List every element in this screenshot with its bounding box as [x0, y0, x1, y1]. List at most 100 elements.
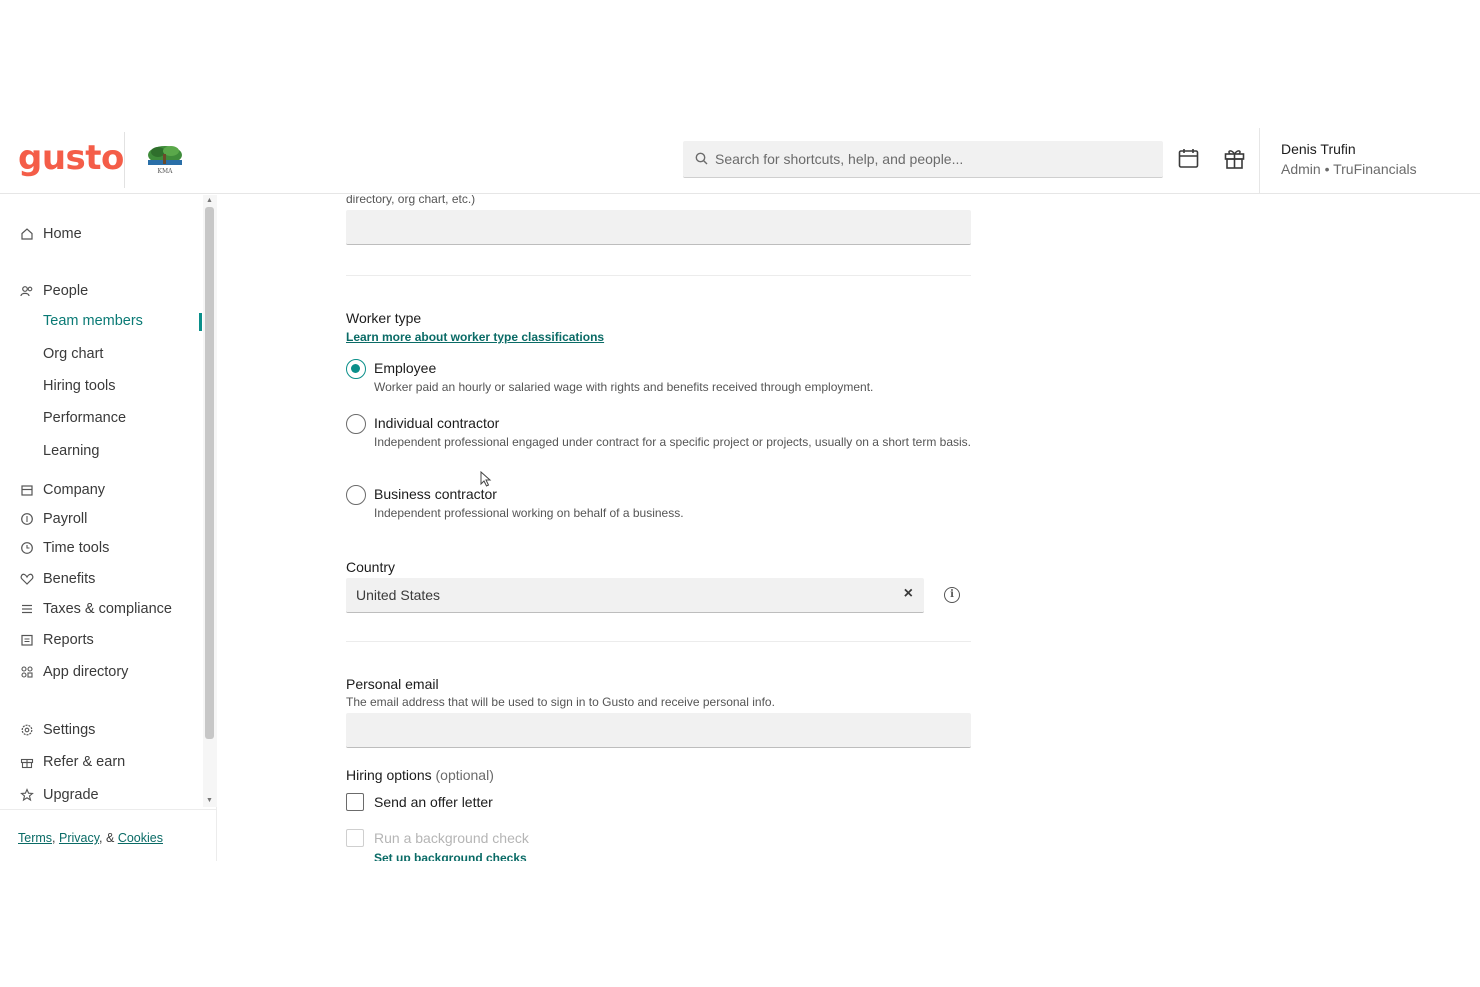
heart-icon — [20, 573, 34, 585]
clear-icon[interactable]: × — [904, 585, 913, 603]
sidebar-item-label: Company — [43, 482, 106, 498]
sidebar: Home People Team members Org chart Hirin… — [0, 195, 217, 861]
calendar-icon[interactable] — [1178, 148, 1199, 169]
payroll-icon — [21, 513, 33, 525]
personal-email-field[interactable] — [346, 713, 971, 748]
company-logo-icon[interactable]: KMA — [144, 140, 186, 176]
sidebar-item-label: Benefits — [43, 571, 96, 587]
user-role: Admin • TruFinancials — [1281, 161, 1417, 177]
list-icon — [22, 604, 32, 614]
sidebar-item-label: Performance — [43, 410, 127, 426]
logo-divider — [124, 132, 125, 188]
sidebar-item-label: Taxes & compliance — [43, 601, 172, 617]
footer-separator: , & — [99, 831, 118, 845]
personal-email-hint: The email address that will be used to s… — [346, 695, 775, 709]
text-field[interactable] — [346, 210, 971, 245]
people-icon — [20, 286, 33, 297]
sidebar-item-label: Reports — [43, 632, 94, 648]
background-check-label: Run a background check — [374, 830, 529, 846]
sidebar-item-taxes-compliance[interactable]: Taxes & compliance — [0, 597, 200, 623]
terms-link[interactable]: Terms — [18, 831, 52, 845]
sidebar-item-label: Payroll — [43, 511, 88, 527]
header-divider — [1259, 128, 1260, 194]
country-select[interactable]: United States × — [346, 578, 924, 613]
background-check-checkbox — [346, 829, 364, 847]
sidebar-item-label: App directory — [43, 664, 129, 680]
scroll-up-icon[interactable]: ▲ — [206, 197, 213, 204]
sidebar-item-learning[interactable]: Learning — [0, 439, 200, 465]
offer-letter-label: Send an offer letter — [374, 794, 493, 810]
sidebar-item-company[interactable]: Company — [0, 478, 200, 504]
sidebar-item-label: Org chart — [43, 346, 104, 362]
option-title: Employee — [374, 360, 437, 376]
sidebar-item-people[interactable]: People — [0, 279, 200, 305]
radio-button[interactable] — [346, 485, 366, 505]
reports-icon — [21, 634, 33, 646]
personal-email-label: Personal email — [346, 676, 439, 692]
mouse-cursor-icon — [480, 471, 492, 487]
footer-separator: , — [52, 831, 59, 845]
svg-text:KMA: KMA — [158, 168, 174, 175]
info-icon[interactable]: i — [944, 587, 960, 603]
sidebar-item-reports[interactable]: Reports — [0, 628, 200, 654]
sidebar-item-org-chart[interactable]: Org chart — [0, 342, 200, 368]
option-description: Independent professional working on beha… — [374, 506, 684, 520]
sidebar-item-app-directory[interactable]: App directory — [0, 660, 200, 686]
hiring-options-heading: Hiring options (optional) — [346, 767, 494, 783]
sidebar-item-home[interactable]: Home — [0, 222, 200, 248]
radio-button[interactable] — [346, 414, 366, 434]
gift-icon[interactable] — [1224, 148, 1245, 169]
search-bar[interactable]: Search for shortcuts, help, and people..… — [683, 141, 1163, 178]
sidebar-item-team-members[interactable]: Team members — [0, 309, 202, 335]
radio-option-individual-contractor[interactable]: Individual contractor Independent profes… — [346, 412, 971, 464]
sidebar-item-time-tools[interactable]: Time tools — [0, 536, 200, 562]
hiring-options-label: Hiring options — [346, 767, 432, 783]
star-icon — [20, 788, 34, 802]
main-content: directory, org chart, etc.) Worker type … — [218, 195, 1480, 861]
setup-background-checks-link[interactable]: Set up background checks — [374, 851, 527, 861]
gear-icon — [21, 724, 33, 736]
sidebar-item-upgrade[interactable]: Upgrade — [0, 783, 200, 809]
sidebar-item-label: Hiring tools — [43, 378, 116, 394]
home-icon — [21, 228, 33, 240]
user-name[interactable]: Denis Trufin — [1281, 141, 1356, 157]
option-description: Independent professional engaged under c… — [374, 435, 972, 449]
sidebar-item-label: Learning — [43, 443, 100, 459]
background-check-option: Run a background check — [346, 828, 646, 852]
app-window: gusto KMA Search for shortcuts, help, an… — [0, 128, 1480, 861]
offer-letter-checkbox[interactable] — [346, 793, 364, 811]
company-icon — [21, 485, 33, 496]
apps-icon — [21, 666, 33, 678]
cookies-link[interactable]: Cookies — [118, 831, 163, 845]
option-title: Business contractor — [374, 486, 497, 502]
sidebar-item-performance[interactable]: Performance — [0, 406, 200, 432]
sidebar-scroll-thumb[interactable] — [205, 207, 214, 739]
sidebar-item-label: Home — [43, 226, 82, 242]
option-title: Individual contractor — [374, 415, 500, 431]
gift-icon — [20, 758, 34, 769]
worker-type-learn-more-link[interactable]: Learn more about worker type classificat… — [346, 330, 604, 344]
radio-option-employee[interactable]: Employee Worker paid an hourly or salari… — [346, 357, 971, 397]
sidebar-item-label: Team members — [43, 313, 143, 329]
radio-option-business-contractor[interactable]: Business contractor Independent professi… — [346, 483, 971, 523]
active-indicator — [199, 313, 202, 331]
sidebar-item-refer-earn[interactable]: Refer & earn — [0, 750, 200, 776]
worker-type-label: Worker type — [346, 310, 422, 326]
offer-letter-option[interactable]: Send an offer letter — [346, 792, 646, 816]
sidebar-item-benefits[interactable]: Benefits — [0, 567, 200, 593]
sidebar-item-label: Refer & earn — [43, 754, 126, 770]
sidebar-item-label: People — [43, 283, 89, 299]
sidebar-item-label: Time tools — [43, 540, 110, 556]
sidebar-footer-divider — [0, 809, 217, 810]
scroll-down-icon[interactable]: ▼ — [206, 797, 213, 804]
sidebar-item-label: Settings — [43, 722, 96, 738]
sidebar-item-hiring-tools[interactable]: Hiring tools — [0, 374, 200, 400]
option-description: Worker paid an hourly or salaried wage w… — [374, 380, 874, 394]
radio-button[interactable] — [346, 359, 366, 379]
sidebar-item-payroll[interactable]: Payroll — [0, 507, 200, 533]
search-placeholder: Search for shortcuts, help, and people..… — [715, 151, 964, 167]
gusto-logo[interactable]: gusto — [18, 138, 124, 178]
privacy-link[interactable]: Privacy — [59, 831, 99, 845]
country-label: Country — [346, 559, 396, 575]
sidebar-item-settings[interactable]: Settings — [0, 718, 200, 744]
